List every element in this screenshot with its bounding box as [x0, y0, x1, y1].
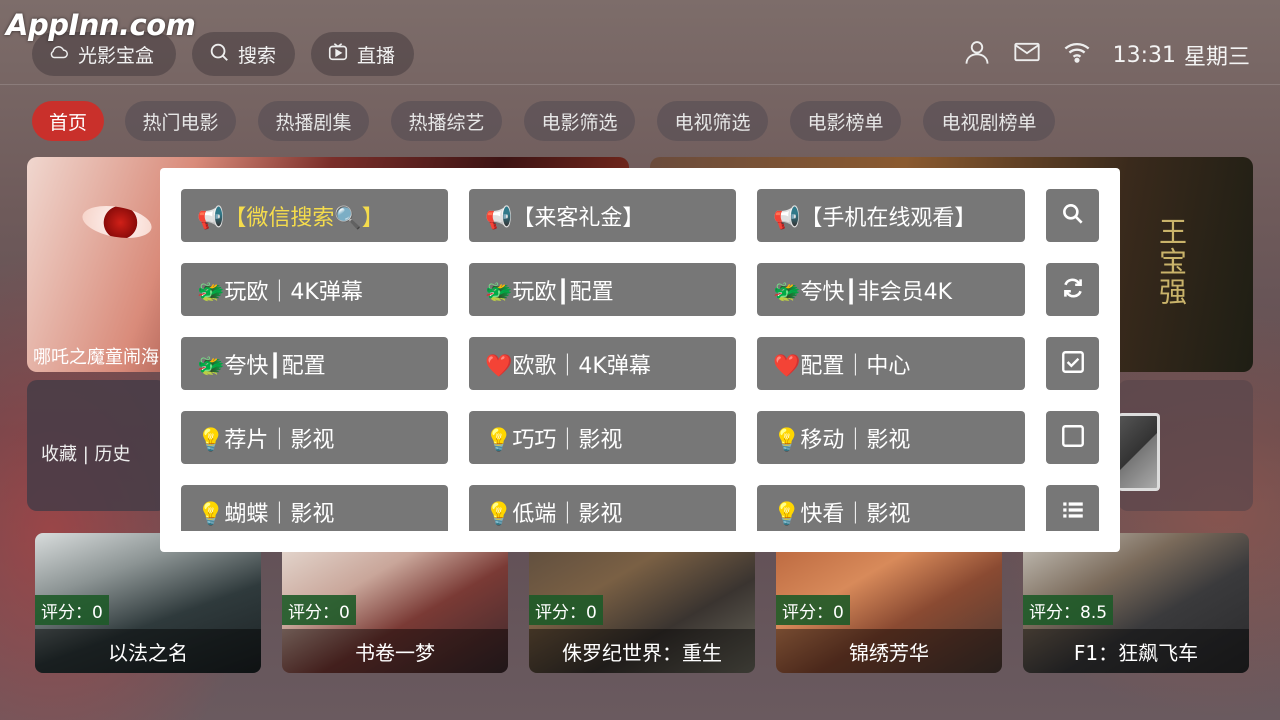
menu-item-guest-bonus[interactable]: 📢【来客礼金】	[469, 189, 736, 242]
movie-title: 侏罗纪世界：重生	[529, 629, 755, 673]
cloud-icon	[48, 41, 70, 68]
tab-hot-movies[interactable]: 热门电影	[125, 101, 236, 141]
user-icon[interactable]	[963, 38, 991, 72]
settings-card[interactable]	[1118, 380, 1253, 511]
live-tv-icon	[327, 41, 349, 68]
source-menu-popup: 📢【微信搜索🔍】 📢【来客礼金】 📢【手机在线观看】 🐲玩欧｜4K弹幕 🐲玩欧┃…	[160, 168, 1120, 552]
search-icon	[208, 41, 230, 68]
side-deselect-button[interactable]	[1046, 411, 1099, 464]
source-menu-grid: 📢【微信搜索🔍】 📢【来客礼金】 📢【手机在线观看】 🐲玩欧｜4K弹幕 🐲玩欧┃…	[160, 168, 1120, 531]
movie-title: 以法之名	[35, 629, 261, 673]
side-list-button[interactable]	[1046, 485, 1099, 531]
tab-movie-rank[interactable]: 电影榜单	[790, 101, 901, 141]
hero-right-calligraphy: 王宝强	[1155, 217, 1188, 307]
movie-card[interactable]: 评分：8.5 F1：狂飙飞车	[1023, 533, 1249, 673]
side-refresh-button[interactable]	[1046, 263, 1099, 316]
score-badge: 评分：0	[529, 595, 603, 625]
live-label: 直播	[357, 44, 396, 67]
side-select-all-button[interactable]	[1046, 337, 1099, 390]
clock-time: 13:31	[1112, 42, 1176, 68]
wifi-icon	[1063, 38, 1091, 72]
tab-home[interactable]: 首页	[32, 101, 104, 141]
movie-title: 书卷一梦	[282, 629, 508, 673]
checkbox-empty-icon	[1060, 423, 1086, 453]
checkbox-checked-icon	[1060, 349, 1086, 379]
favorites-history-card[interactable]: 收藏 | 历史	[27, 380, 167, 511]
menu-item-wechat-search[interactable]: 📢【微信搜索🔍】	[181, 189, 448, 242]
search-icon	[1060, 201, 1086, 231]
score-badge: 评分：0	[35, 595, 109, 625]
menu-item[interactable]: 💡快看｜影视	[757, 485, 1025, 531]
poster-art	[79, 201, 155, 243]
header-divider	[0, 84, 1280, 85]
live-button[interactable]: 直播	[311, 32, 414, 76]
status-bar: 13:31 星期三	[963, 38, 1250, 72]
movie-card[interactable]: 评分：0 侏罗纪世界：重生	[529, 533, 755, 673]
menu-item[interactable]: 💡蝴蝶｜影视	[181, 485, 448, 531]
search-button[interactable]: 搜索	[192, 32, 295, 76]
side-search-button[interactable]	[1046, 189, 1099, 242]
movie-title: 锦绣芳华	[776, 629, 1002, 673]
menu-item[interactable]: 🐲夸快┃配置	[181, 337, 448, 390]
score-badge: 评分：0	[776, 595, 850, 625]
movie-card[interactable]: 评分：0 锦绣芳华	[776, 533, 1002, 673]
menu-item[interactable]: ❤️配置｜中心	[757, 337, 1025, 390]
favorites-history-label: 收藏 | 历史	[41, 444, 131, 465]
tab-tv-rank[interactable]: 电视剧榜单	[923, 101, 1055, 141]
mail-icon[interactable]	[1013, 38, 1041, 72]
app-name-label: 光影宝盒	[78, 44, 155, 67]
tab-hot-variety[interactable]: 热播综艺	[391, 101, 502, 141]
menu-item-mobile-watch[interactable]: 📢【手机在线观看】	[757, 189, 1025, 242]
menu-item[interactable]: 🐲玩欧｜4K弹幕	[181, 263, 448, 316]
score-badge: 评分：0	[282, 595, 356, 625]
movie-card[interactable]: 评分：0 以法之名	[35, 533, 261, 673]
refresh-icon	[1060, 275, 1086, 305]
tab-hot-series[interactable]: 热播剧集	[258, 101, 369, 141]
movie-card[interactable]: 评分：0 书卷一梦	[282, 533, 508, 673]
tab-movie-filter[interactable]: 电影筛选	[524, 101, 635, 141]
score-badge: 评分：8.5	[1023, 595, 1114, 625]
menu-item[interactable]: 💡低端｜影视	[469, 485, 736, 531]
menu-item[interactable]: 💡移动｜影视	[757, 411, 1025, 464]
screen-icon	[1118, 413, 1160, 491]
menu-item[interactable]: 💡荐片｜影视	[181, 411, 448, 464]
menu-item[interactable]: 🐲玩欧┃配置	[469, 263, 736, 316]
tab-tv-filter[interactable]: 电视筛选	[657, 101, 768, 141]
movie-title: F1：狂飙飞车	[1023, 629, 1249, 673]
clock-weekday: 星期三	[1183, 45, 1250, 70]
watermark-logo: AppInn.com	[6, 8, 196, 42]
menu-item[interactable]: 💡巧巧｜影视	[469, 411, 736, 464]
menu-item[interactable]: ❤️欧歌｜4K弹幕	[469, 337, 736, 390]
list-icon	[1060, 497, 1086, 527]
hero-left-title: 哪吒之魔童闹海	[33, 347, 159, 368]
menu-item[interactable]: 🐲夸快┃非会员4K	[757, 263, 1025, 316]
search-label: 搜索	[238, 44, 277, 67]
